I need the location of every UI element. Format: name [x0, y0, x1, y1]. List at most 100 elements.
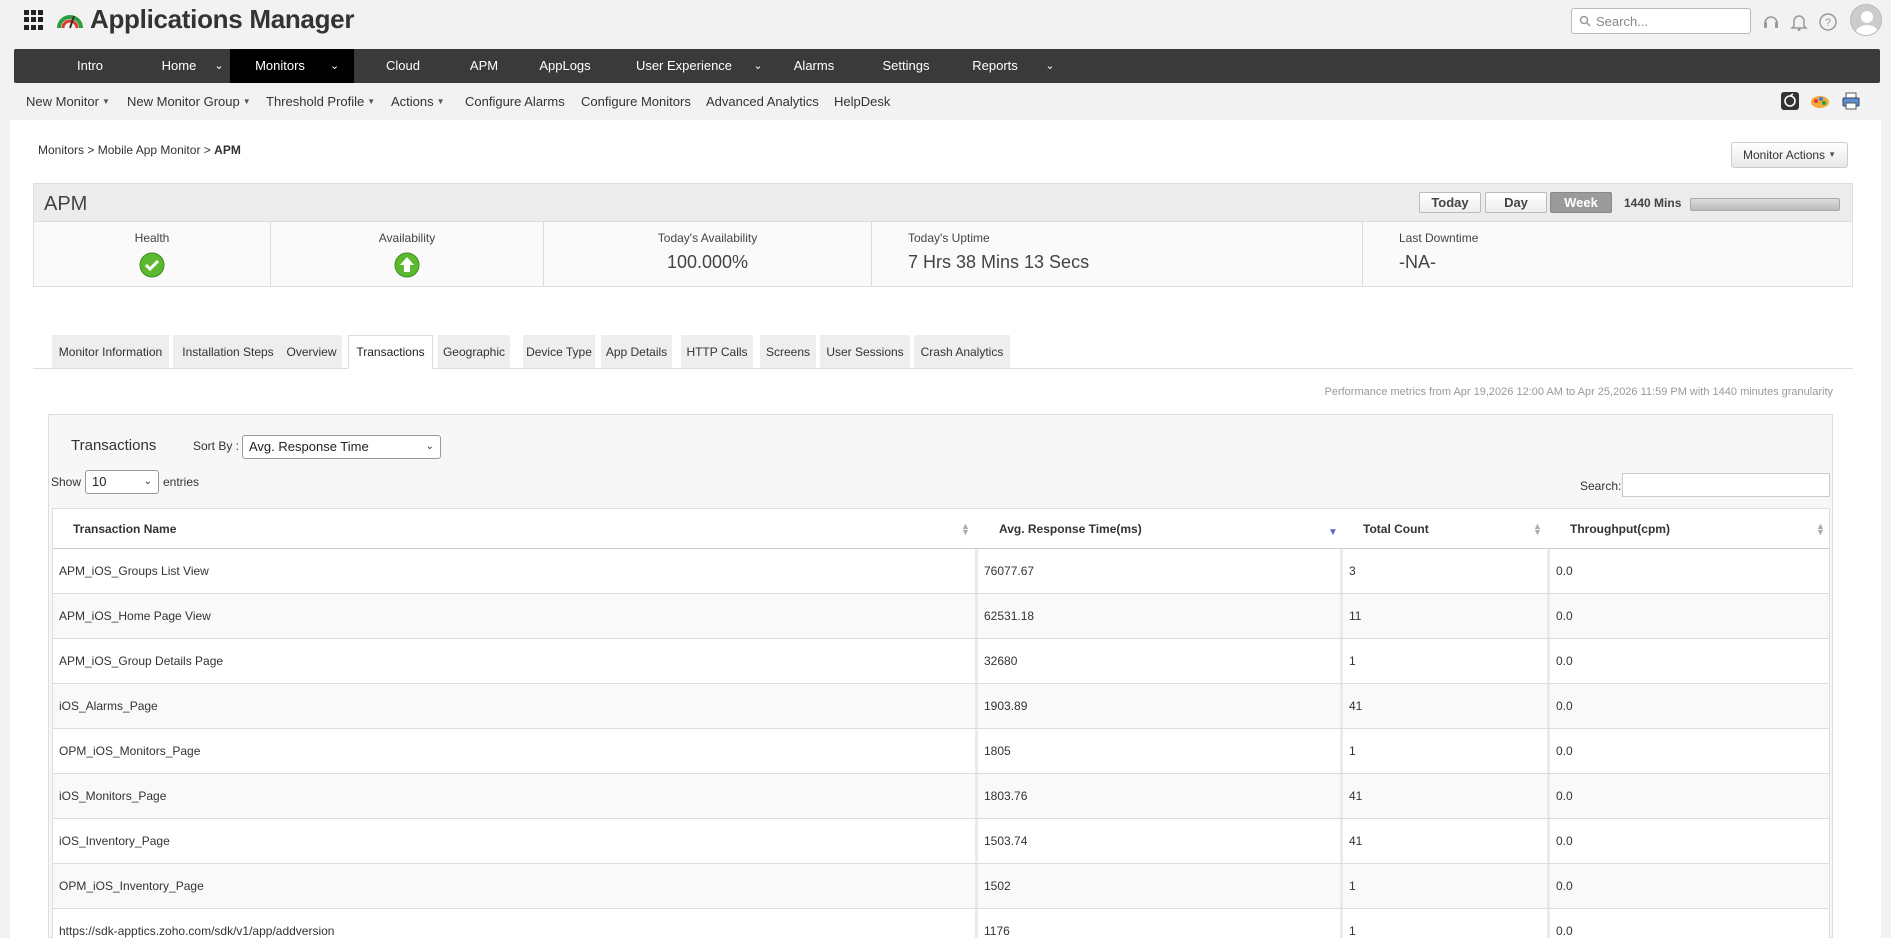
- chevron-down-icon[interactable]: ⌄: [748, 49, 768, 83]
- tab-app-details[interactable]: App Details: [601, 335, 672, 368]
- todays-uptime-value: 7 Hrs 38 Mins 13 Secs: [908, 252, 1090, 272]
- granularity-slider[interactable]: [1690, 198, 1840, 211]
- column-divider: [1547, 594, 1550, 638]
- table-row[interactable]: APM_iOS_Group Details Page 32680 1 0.0: [53, 639, 1829, 684]
- column-divider: [975, 819, 978, 863]
- nav-cloud[interactable]: Cloud: [363, 49, 443, 83]
- col-transaction-name[interactable]: Transaction Name: [53, 509, 977, 548]
- print-icon[interactable]: [1841, 91, 1861, 111]
- cell-avg-response-time: 1805: [984, 744, 1011, 758]
- nav-apm[interactable]: APM: [444, 49, 524, 83]
- tab-geographic[interactable]: Geographic: [438, 335, 510, 368]
- helpdesk-link[interactable]: HelpDesk: [834, 94, 890, 109]
- tab-monitor-information[interactable]: Monitor Information: [52, 335, 169, 368]
- tab-user-sessions[interactable]: User Sessions: [820, 335, 910, 368]
- col-total-count[interactable]: Total Count: [1343, 509, 1547, 548]
- column-divider: [975, 774, 978, 818]
- nav-reports[interactable]: Reports: [955, 49, 1035, 83]
- cell-total-count: 11: [1349, 609, 1362, 623]
- actions-label: Actions: [391, 94, 434, 109]
- chevron-down-icon[interactable]: ⌄: [330, 49, 339, 83]
- new-monitor-group-label: New Monitor Group: [127, 94, 240, 109]
- nav-alarms[interactable]: Alarms: [774, 49, 854, 83]
- col-throughput[interactable]: Throughput(cpm): [1550, 509, 1831, 548]
- tab-screens[interactable]: Screens: [760, 335, 816, 368]
- monitor-actions-button[interactable]: Monitor Actions ▼: [1731, 142, 1848, 168]
- page-size-select[interactable]: 10 ⌄: [85, 470, 159, 494]
- threshold-profile-label: Threshold Profile: [266, 94, 365, 109]
- cell-transaction-name: https://sdk-apptics.zoho.com/sdk/v1/app/…: [59, 924, 335, 938]
- table-row[interactable]: APM_iOS_Groups List View 76077.67 3 0.0: [53, 549, 1829, 594]
- tab-crash-analytics[interactable]: Crash Analytics: [914, 335, 1010, 368]
- tab-transactions[interactable]: Transactions: [348, 335, 433, 369]
- headset-icon[interactable]: [1761, 12, 1781, 32]
- column-divider: [1340, 639, 1343, 683]
- new-monitor-group-menu[interactable]: New Monitor Group ▼: [127, 94, 251, 109]
- cell-total-count: 3: [1349, 564, 1356, 578]
- breadcrumb-monitors[interactable]: Monitors: [38, 143, 84, 157]
- caret-down-icon: ▼: [436, 97, 445, 106]
- cell-transaction-name: OPM_iOS_Monitors_Page: [59, 744, 201, 758]
- chevron-down-icon[interactable]: ⌄: [209, 49, 229, 83]
- table-row[interactable]: https://sdk-apptics.zoho.com/sdk/v1/app/…: [53, 909, 1829, 938]
- refresh-icon[interactable]: [1780, 91, 1800, 111]
- user-avatar[interactable]: [1850, 4, 1882, 36]
- actions-menu[interactable]: Actions ▼: [391, 94, 445, 109]
- cell-throughput: 0.0: [1556, 789, 1573, 803]
- table-row[interactable]: iOS_Inventory_Page 1503.74 41 0.0: [53, 819, 1829, 864]
- configure-monitors-link[interactable]: Configure Monitors: [581, 94, 691, 109]
- cell-total-count: 1: [1349, 879, 1356, 893]
- new-monitor-menu[interactable]: New Monitor ▼: [26, 94, 110, 109]
- table-row[interactable]: OPM_iOS_Monitors_Page 1805 1 0.0: [53, 729, 1829, 774]
- search-icon: [1579, 15, 1591, 27]
- threshold-profile-menu[interactable]: Threshold Profile ▼: [266, 94, 375, 109]
- nav-monitors[interactable]: Monitors ⌄: [230, 49, 354, 83]
- bell-icon[interactable]: [1789, 12, 1809, 32]
- col-avg-response-time[interactable]: Avg. Response Time(ms): [979, 509, 1341, 548]
- day-button[interactable]: Day: [1485, 192, 1547, 213]
- monitor-summary: APM Today Day Week 1440 Mins Health Avai…: [33, 183, 1853, 287]
- advanced-analytics-link[interactable]: Advanced Analytics: [706, 94, 819, 109]
- nav-intro[interactable]: Intro: [60, 49, 120, 83]
- nav-applogs[interactable]: AppLogs: [520, 49, 610, 83]
- cell-throughput: 0.0: [1556, 744, 1573, 758]
- nav-user-experience[interactable]: User Experience: [614, 49, 754, 83]
- caret-down-icon: ▼: [101, 97, 110, 106]
- table-row[interactable]: iOS_Monitors_Page 1803.76 41 0.0: [53, 774, 1829, 819]
- app-grid-icon[interactable]: [24, 10, 44, 30]
- tab-device-type[interactable]: Device Type: [523, 335, 595, 368]
- help-icon[interactable]: ?: [1818, 12, 1838, 32]
- color-palette-icon[interactable]: [1810, 91, 1830, 111]
- nav-home[interactable]: Home: [139, 49, 219, 83]
- nav-settings[interactable]: Settings: [866, 49, 946, 83]
- breadcrumb-mobile-app-monitor[interactable]: Mobile App Monitor: [98, 143, 201, 157]
- configure-alarms-link[interactable]: Configure Alarms: [465, 94, 565, 109]
- global-search-input[interactable]: [1596, 12, 1746, 30]
- column-divider: [975, 594, 978, 638]
- main-nav: Intro Home ⌄ Monitors ⌄ Cloud APM AppLog…: [14, 49, 1880, 83]
- cell-transaction-name: iOS_Inventory_Page: [59, 834, 170, 848]
- week-button[interactable]: Week: [1550, 192, 1612, 213]
- column-divider: [975, 864, 978, 908]
- sort-by-select[interactable]: Avg. Response Time ⌄: [242, 435, 441, 459]
- cell-avg-response-time: 1803.76: [984, 789, 1028, 803]
- cell-total-count: 1: [1349, 744, 1356, 758]
- monitor-title: APM: [44, 193, 88, 215]
- cell-total-count: 41: [1349, 789, 1363, 803]
- table-row[interactable]: OPM_iOS_Inventory_Page 1502 1 0.0: [53, 864, 1829, 909]
- tab-overview[interactable]: Overview: [281, 335, 342, 368]
- today-button[interactable]: Today: [1419, 192, 1481, 213]
- column-divider: [1340, 819, 1343, 863]
- chevron-down-icon[interactable]: ⌄: [1040, 49, 1060, 83]
- table-search-input[interactable]: [1622, 473, 1830, 497]
- table-row[interactable]: iOS_Alarms_Page 1903.89 41 0.0: [53, 684, 1829, 729]
- performance-metrics-note: Performance metrics from Apr 19,2026 12:…: [1324, 386, 1833, 398]
- tab-http-calls[interactable]: HTTP Calls: [681, 335, 753, 368]
- global-search[interactable]: [1571, 8, 1751, 34]
- cell-throughput: 0.0: [1556, 609, 1573, 623]
- table-row[interactable]: APM_iOS_Home Page View 62531.18 11 0.0: [53, 594, 1829, 639]
- breadcrumb-separator: >: [203, 143, 211, 157]
- granularity-label: 1440 Mins: [1624, 196, 1682, 210]
- tab-installation-steps[interactable]: Installation Steps: [173, 335, 283, 368]
- entries-label: entries: [163, 475, 200, 489]
